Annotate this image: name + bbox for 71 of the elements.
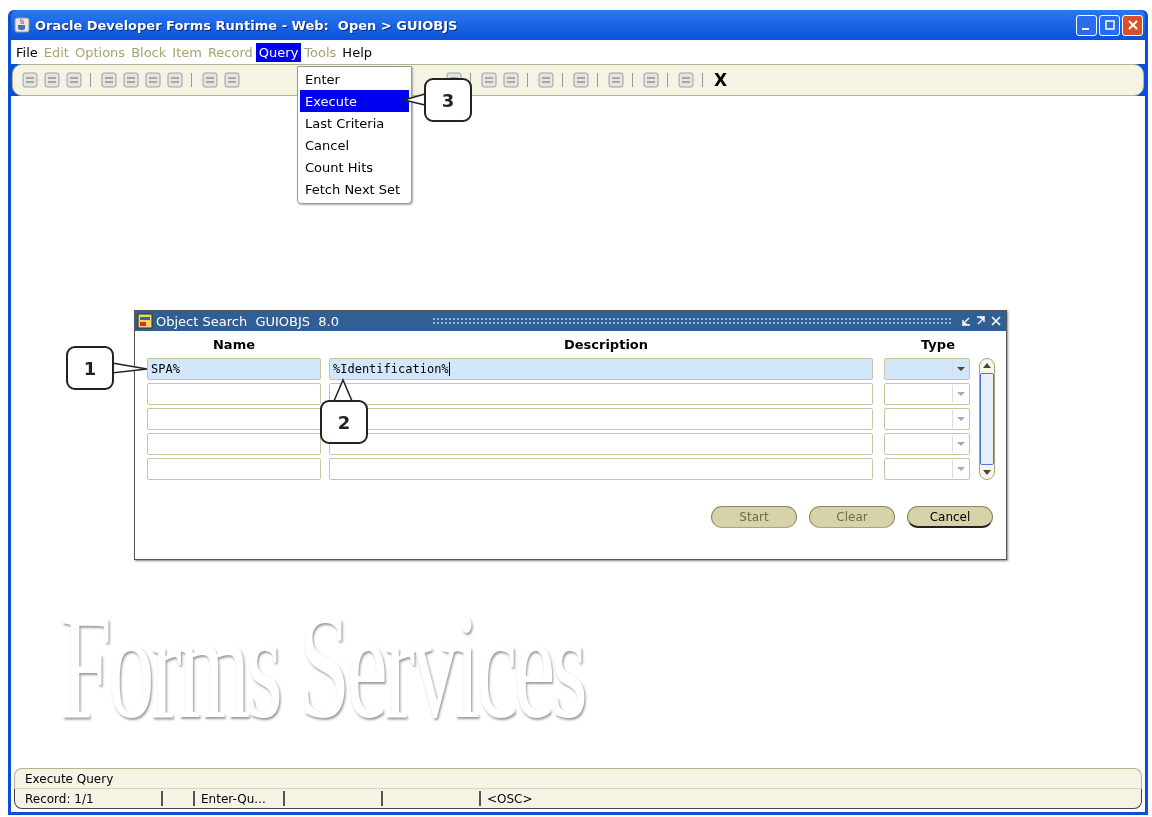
callout-tooltip: 3: [424, 78, 472, 122]
maximize-button[interactable]: [1099, 14, 1120, 36]
type-dropdown[interactable]: [884, 408, 970, 430]
form-icon: [137, 313, 153, 329]
name-field[interactable]: [147, 383, 321, 405]
name-field[interactable]: [147, 433, 321, 455]
toolbar-icon[interactable]: [65, 71, 83, 89]
toolbar-icon[interactable]: [43, 71, 61, 89]
menu-option[interactable]: Last Criteria: [300, 112, 409, 134]
toolbar-icon[interactable]: [166, 71, 184, 89]
toolbar-icon[interactable]: [201, 71, 219, 89]
close-icon[interactable]: [990, 315, 1002, 327]
type-dropdown[interactable]: [884, 433, 970, 455]
toolbar-icon[interactable]: [122, 71, 140, 89]
menu-option[interactable]: Count Hits: [300, 156, 409, 178]
type-dropdown[interactable]: [884, 358, 970, 380]
name-field[interactable]: [147, 458, 321, 480]
scroll-down-icon[interactable]: [982, 467, 992, 477]
dialog-button[interactable]: Cancel: [907, 506, 993, 528]
column-header: Name: [212, 337, 256, 354]
scroll-up-icon[interactable]: [982, 361, 992, 371]
minimize-icon: [1081, 27, 1089, 30]
window-title: Oracle Developer Forms Runtime - Web: Open > GUIOBJS: [35, 17, 458, 33]
maximize-icon[interactable]: [975, 315, 987, 327]
toolbar-icon[interactable]: [480, 71, 498, 89]
toolbar-icon[interactable]: [223, 71, 241, 89]
scrollbar[interactable]: [979, 358, 995, 480]
close-button[interactable]: [1122, 14, 1143, 36]
dropdown-arrow-icon: [956, 416, 965, 422]
menu-item[interactable]: Help: [339, 42, 375, 62]
menu-option[interactable]: Fetch Next Set: [300, 178, 409, 200]
toolbar-icon[interactable]: [642, 71, 660, 89]
toolbar-icon[interactable]: [144, 71, 162, 89]
close-icon: [1127, 20, 1138, 30]
dropdown-arrow-icon: [956, 466, 965, 472]
toolbar-icon[interactable]: [100, 71, 118, 89]
type-dropdown[interactable]: [884, 458, 970, 480]
menu-option[interactable]: Execute: [300, 90, 409, 112]
status-message: Execute Query: [25, 771, 114, 786]
status-field: Record: 1/1: [25, 791, 94, 806]
description-field[interactable]: [329, 433, 873, 455]
menu-option[interactable]: Cancel: [300, 134, 409, 156]
minimize-button[interactable]: [1076, 14, 1097, 36]
coffee-cup-icon: [14, 17, 30, 33]
dialog-title: Object Search GUIOBJS 8.0: [156, 313, 339, 329]
dropdown-arrow-icon: [956, 441, 965, 447]
menu-item[interactable]: Query: [255, 42, 302, 62]
column-header: Description: [562, 337, 650, 354]
dropdown-arrow-icon: [956, 366, 965, 372]
description-field[interactable]: [329, 458, 873, 480]
toolbar-icon[interactable]: [21, 71, 39, 89]
maximize-icon: [1104, 20, 1115, 30]
minimize-icon[interactable]: [960, 315, 972, 327]
background-logo-text: Forms Services: [55, 581, 589, 751]
name-field[interactable]: SPA%: [147, 358, 321, 380]
column-header: Type: [920, 337, 956, 354]
menu-option[interactable]: Enter: [300, 68, 409, 90]
menu-item[interactable]: File: [13, 42, 41, 62]
exit-button[interactable]: X: [712, 70, 730, 90]
toolbar-icon[interactable]: [572, 71, 590, 89]
toolbar-icon[interactable]: [502, 71, 520, 89]
dropdown-arrow-icon: [956, 391, 965, 397]
status-field: <OSC>: [487, 791, 533, 806]
callout-tooltip: 1: [66, 346, 114, 390]
name-field[interactable]: [147, 408, 321, 430]
toolbar-icon[interactable]: [677, 71, 695, 89]
toolbar-icon[interactable]: [537, 71, 555, 89]
status-field: Enter-Qu...: [201, 791, 266, 806]
description-field[interactable]: %Identification%: [329, 358, 873, 380]
toolbar-icon[interactable]: [607, 71, 625, 89]
type-dropdown[interactable]: [884, 383, 970, 405]
